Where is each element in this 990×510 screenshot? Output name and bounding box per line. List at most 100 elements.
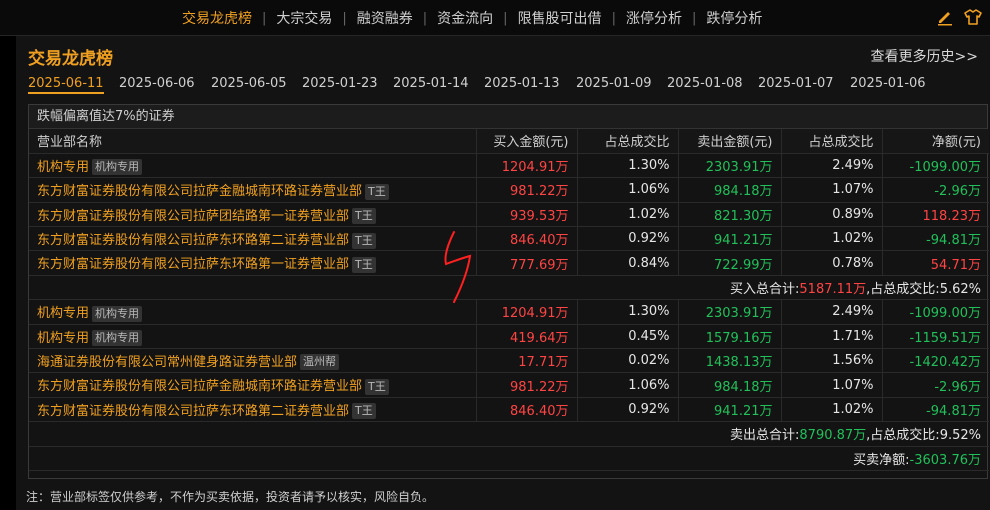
table-row[interactable]: 东方财富证券股份有限公司拉萨东环路第二证券营业部 T王 846.40万 0.92% 94… bbox=[29, 397, 989, 423]
buy-amount: 846.40万 bbox=[476, 226, 578, 252]
sell-amount: 941.21万 bbox=[678, 226, 782, 252]
nav-item[interactable]: 涨停分析 bbox=[616, 8, 692, 28]
summary-cell: 买卖净额:-3603.76万 bbox=[29, 446, 989, 471]
more-history-link[interactable]: 查看更多历史>> bbox=[871, 46, 978, 66]
broker-cell: 机构专用 机构专用 bbox=[29, 299, 477, 325]
buy-amount: 981.22万 bbox=[476, 177, 578, 203]
broker-tag: T王 bbox=[352, 256, 376, 273]
column-header: 净额(元) bbox=[882, 129, 989, 154]
summary-label: ,占总成交比: bbox=[866, 428, 940, 444]
summary-row: 卖出总合计:8790.87万,占总成交比:9.52% bbox=[29, 421, 989, 447]
date-tab[interactable]: 2025-01-23 bbox=[302, 76, 378, 91]
column-header: 占总成交比 bbox=[577, 129, 679, 154]
edit-icon[interactable] bbox=[936, 8, 954, 26]
broker-name[interactable]: 机构专用 bbox=[37, 331, 89, 346]
date-tab[interactable]: 2025-06-11 bbox=[28, 76, 104, 94]
broker-name[interactable]: 东方财富证券股份有限公司拉萨东环路第一证券营业部 bbox=[37, 257, 349, 272]
table-row[interactable]: 机构专用 机构专用 1204.91万 1.30% 2303.91万 2.49% -1099.… bbox=[29, 299, 989, 325]
summary-label: 买入总合计: bbox=[730, 282, 800, 298]
summary-value: 5.62% bbox=[939, 282, 981, 298]
date-tab[interactable]: 2025-06-05 bbox=[211, 76, 287, 91]
net-amount: -1159.51万 bbox=[882, 324, 989, 350]
broker-cell: 机构专用 机构专用 bbox=[29, 153, 477, 179]
broker-cell: 东方财富证券股份有限公司拉萨东环路第二证券营业部 T王 bbox=[29, 397, 477, 423]
nav-item[interactable]: 融资融券 bbox=[347, 8, 423, 28]
buy-ratio: 1.30% bbox=[577, 299, 679, 325]
date-tab[interactable]: 2025-01-09 bbox=[576, 76, 652, 91]
nav-item[interactable]: 限售股可出借 bbox=[508, 8, 612, 28]
nav-item[interactable]: 资金流向 bbox=[427, 8, 503, 28]
broker-cell: 东方财富证券股份有限公司拉萨东环路第一证券营业部 T王 bbox=[29, 250, 477, 276]
table-row[interactable]: 机构专用 机构专用 1204.91万 1.30% 2303.91万 2.49% -1099.… bbox=[29, 153, 989, 179]
broker-tag: T王 bbox=[365, 378, 389, 395]
broker-cell: 机构专用 机构专用 bbox=[29, 324, 477, 350]
buy-amount: 939.53万 bbox=[476, 202, 578, 228]
date-tab[interactable]: 2025-01-06 bbox=[850, 76, 926, 91]
column-header: 占总成交比 bbox=[781, 129, 883, 154]
sell-amount: 821.30万 bbox=[678, 202, 782, 228]
sell-ratio: 1.07% bbox=[781, 177, 883, 203]
buy-amount: 1204.91万 bbox=[476, 299, 578, 325]
broker-name[interactable]: 东方财富证券股份有限公司拉萨团结路第一证券营业部 bbox=[37, 209, 349, 224]
nav-item[interactable]: 跌停分析 bbox=[696, 8, 772, 28]
sell-amount: 2303.91万 bbox=[678, 299, 782, 325]
sell-amount: 941.21万 bbox=[678, 397, 782, 423]
top-nav: 交易龙虎榜 | 大宗交易 | 融资融券 | 资金流向 | 限售股可出借 | 涨停分析 | 跌停分析 bbox=[0, 0, 990, 36]
table-row[interactable]: 东方财富证券股份有限公司拉萨东环路第一证券营业部 T王 777.69万 0.84% 72… bbox=[29, 250, 989, 276]
table-row[interactable]: 东方财富证券股份有限公司拉萨团结路第一证券营业部 T王 939.53万 1.02% 82… bbox=[29, 202, 989, 228]
nav-item[interactable]: 交易龙虎榜 bbox=[172, 8, 262, 28]
broker-tag: 温州帮 bbox=[300, 354, 340, 371]
broker-name[interactable]: 机构专用 bbox=[37, 306, 89, 321]
buy-amount: 1204.91万 bbox=[476, 153, 578, 179]
sell-ratio: 2.49% bbox=[781, 153, 883, 179]
buy-ratio: 0.92% bbox=[577, 226, 679, 252]
sell-ratio: 1.02% bbox=[781, 226, 883, 252]
broker-name[interactable]: 东方财富证券股份有限公司拉萨东环路第二证券营业部 bbox=[37, 233, 349, 248]
handwritten-mark bbox=[444, 231, 472, 303]
table-row[interactable]: 海通证券股份有限公司常州健身路证券营业部 温州帮 17.71万 0.02% 1438.1… bbox=[29, 348, 989, 374]
lhb-table: 跌幅偏离值达7%的证券 营业部名称 买入金额(元) 占总成交比 卖出金额(元) 占总成交… bbox=[28, 104, 989, 479]
date-tab[interactable]: 2025-01-14 bbox=[393, 76, 469, 91]
summary-label: 买卖净额: bbox=[853, 452, 910, 468]
table-row[interactable]: 东方财富证券股份有限公司拉萨金融城南环路证券营业部 T王 981.22万 1.06% 9… bbox=[29, 177, 989, 203]
table-row[interactable]: 机构专用 机构专用 419.64万 0.45% 1579.16万 1.71% -1159.5… bbox=[29, 324, 989, 350]
buy-amount: 777.69万 bbox=[476, 250, 578, 276]
date-tab[interactable]: 2025-06-06 bbox=[119, 76, 195, 91]
sell-ratio: 1.02% bbox=[781, 397, 883, 423]
summary-cell: 卖出总合计:8790.87万,占总成交比:9.52% bbox=[29, 421, 989, 447]
date-tab[interactable]: 2025-01-13 bbox=[484, 76, 560, 91]
broker-name[interactable]: 东方财富证券股份有限公司拉萨东环路第二证券营业部 bbox=[37, 404, 349, 419]
broker-tag: T王 bbox=[352, 403, 376, 420]
summary-value: 8790.87万 bbox=[799, 428, 867, 444]
broker-table: 营业部名称 买入金额(元) 占总成交比 卖出金额(元) 占总成交比 净额(元) 机构专用机… bbox=[29, 129, 989, 471]
summary-label: 卖出总合计: bbox=[730, 428, 800, 444]
summary-row: 买入总合计:5187.11万,占总成交比:5.62% bbox=[29, 275, 989, 301]
buy-ratio: 1.02% bbox=[577, 202, 679, 228]
broker-cell: 东方财富证券股份有限公司拉萨金融城南环路证券营业部 T王 bbox=[29, 372, 477, 398]
table-row[interactable]: 东方财富证券股份有限公司拉萨东环路第二证券营业部 T王 846.40万 0.92% 94… bbox=[29, 226, 989, 252]
broker-name[interactable]: 海通证券股份有限公司常州健身路证券营业部 bbox=[37, 355, 297, 370]
nav-item[interactable]: 大宗交易 bbox=[266, 8, 342, 28]
broker-name[interactable]: 机构专用 bbox=[37, 160, 89, 175]
buy-amount: 419.64万 bbox=[476, 324, 578, 350]
shirt-icon[interactable] bbox=[964, 8, 982, 26]
sell-amount: 1579.16万 bbox=[678, 324, 782, 350]
broker-cell: 东方财富证券股份有限公司拉萨团结路第一证券营业部 T王 bbox=[29, 202, 477, 228]
summary-value: 9.52% bbox=[939, 428, 981, 444]
broker-tag: T王 bbox=[365, 183, 389, 200]
broker-name[interactable]: 东方财富证券股份有限公司拉萨金融城南环路证券营业部 bbox=[37, 184, 362, 199]
net-amount: 54.71万 bbox=[882, 250, 989, 276]
sell-ratio: 1.07% bbox=[781, 372, 883, 398]
top-menu: 交易龙虎榜 | 大宗交易 | 融资融券 | 资金流向 | 限售股可出借 | 涨停分析 | 跌停分析 bbox=[172, 0, 772, 36]
net-summary-row: 买卖净额:-3603.76万 bbox=[29, 446, 989, 471]
sell-amount: 722.99万 bbox=[678, 250, 782, 276]
buy-ratio: 0.02% bbox=[577, 348, 679, 374]
date-tab[interactable]: 2025-01-07 bbox=[758, 76, 834, 91]
net-amount: -1099.00万 bbox=[882, 153, 989, 179]
buy-amount: 846.40万 bbox=[476, 397, 578, 423]
table-row[interactable]: 东方财富证券股份有限公司拉萨金融城南环路证券营业部 T王 981.22万 1.06% 9… bbox=[29, 372, 989, 398]
summary-value: 5187.11万 bbox=[799, 282, 867, 298]
date-tab[interactable]: 2025-01-08 bbox=[667, 76, 743, 91]
sell-amount: 1438.13万 bbox=[678, 348, 782, 374]
broker-name[interactable]: 东方财富证券股份有限公司拉萨金融城南环路证券营业部 bbox=[37, 379, 362, 394]
